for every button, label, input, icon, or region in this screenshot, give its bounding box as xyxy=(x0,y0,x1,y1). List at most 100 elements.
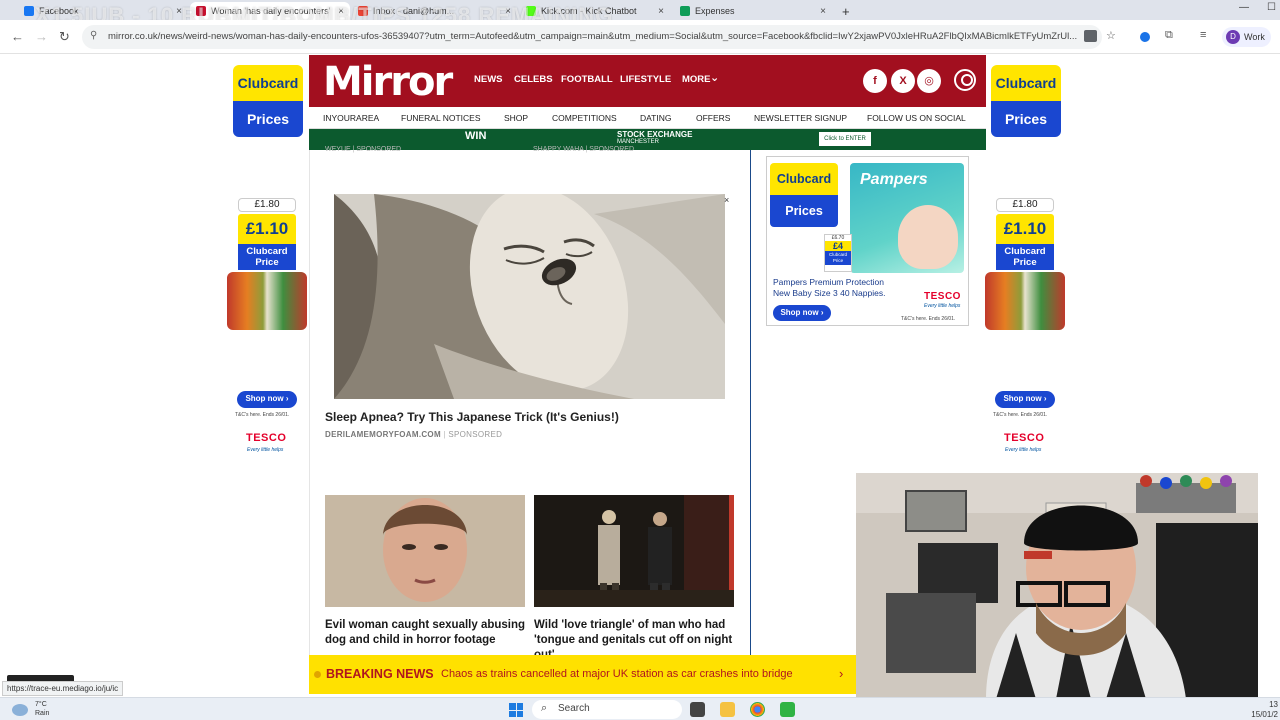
profile-label: Work xyxy=(1244,32,1265,42)
story-title[interactable]: Evil woman caught sexually abusing dog a… xyxy=(325,618,530,648)
tesco-logo: TESCO xyxy=(246,432,287,444)
weather-widget[interactable]: 7°C Rain xyxy=(12,700,50,718)
street-cctv-image xyxy=(534,495,734,607)
system-clock[interactable]: 13 15/01/2 xyxy=(1232,700,1278,720)
nav-news[interactable]: NEWS xyxy=(474,74,503,85)
tab-expenses[interactable]: Expenses × xyxy=(674,2,832,20)
address-bar[interactable]: ⚲ mirror.co.uk/news/weird-news/woman-has… xyxy=(82,25,1102,49)
bookmark-star-icon[interactable]: ☆ xyxy=(1106,29,1116,42)
chrome-icon[interactable] xyxy=(750,702,765,717)
prices-label: Prices xyxy=(770,195,838,227)
tesco-skyscraper-right[interactable]: Clubcard Prices £1.80 £1.10 Clubcard Pri… xyxy=(985,65,1065,460)
windows-taskbar: 7°C Rain ⌕ Search 13 15/01/2 xyxy=(0,697,1280,720)
mirror-logo[interactable]: Mirror xyxy=(323,59,453,105)
weather-temp: 7°C xyxy=(35,701,47,708)
forward-icon[interactable]: → xyxy=(35,29,48,44)
subnav-newsletter-signup[interactable]: NEWSLETTER SIGNUP xyxy=(754,113,847,123)
faded-sponsor-left: WEYUE | SPONSORED xyxy=(325,146,402,153)
nav-football[interactable]: FOOTBALL xyxy=(561,74,613,85)
facebook-icon xyxy=(24,6,34,16)
windows-start-icon[interactable] xyxy=(509,703,523,717)
sponsored-headline[interactable]: Sleep Apnea? Try This Japanese Trick (It… xyxy=(325,410,619,424)
nav-more[interactable]: MORE xyxy=(682,74,711,85)
shop-now-button[interactable]: Shop now › xyxy=(995,391,1055,408)
window-controls: — ☐ xyxy=(1239,2,1276,13)
chevron-right-icon[interactable]: › xyxy=(839,666,843,681)
app-icon[interactable] xyxy=(780,702,795,717)
tesco-logo: TESCO xyxy=(924,291,961,302)
mpu-price-tag: £6.70 £4 Clubcard Price xyxy=(824,234,852,272)
ad-win-text: WIN xyxy=(465,130,487,142)
taskbar-search[interactable]: ⌕ Search xyxy=(532,700,682,719)
sheets-icon xyxy=(680,6,690,16)
tesco-tagline: Every little helps xyxy=(247,447,284,453)
x-twitter-icon[interactable]: X xyxy=(891,69,915,93)
ad-cta-button[interactable]: Click to ENTER xyxy=(819,132,871,146)
url-text: mirror.co.uk/news/weird-news/woman-has-d… xyxy=(108,31,1078,42)
sponsor-domain[interactable]: DERILAMEMORYFOAM.COM xyxy=(325,430,441,439)
new-tab-button[interactable]: + xyxy=(836,2,856,20)
subnav-funeral-notices[interactable]: FUNERAL NOTICES xyxy=(401,113,481,123)
subnav-inyourarea[interactable]: INYOURAREA xyxy=(323,113,379,123)
tc-text[interactable]: T&C's here. Ends 26/01. xyxy=(901,316,955,322)
price-label-line2: Price xyxy=(255,257,279,268)
story-image[interactable] xyxy=(325,495,525,607)
breaking-label: BREAKING NEWS xyxy=(326,667,434,681)
shop-now-button[interactable]: Shop now › xyxy=(237,391,297,408)
reload-icon[interactable]: ↻ xyxy=(59,29,70,45)
tesco-mpu-ad[interactable]: Clubcard Prices Pampers £6.70 £4 Clubcar… xyxy=(766,156,969,326)
subnav-follow-us[interactable]: FOLLOW US ON SOCIAL xyxy=(867,113,966,123)
extension-icon[interactable] xyxy=(1140,32,1150,42)
chevron-down-icon[interactable]: ⌄ xyxy=(710,71,719,84)
mugshot-image xyxy=(325,495,525,607)
tc-text[interactable]: T&C's here. Ends 26/01. xyxy=(993,412,1047,418)
subnav-competitions[interactable]: COMPETITIONS xyxy=(552,113,617,123)
site-info-icon[interactable]: ⚲ xyxy=(90,30,97,41)
file-explorer-icon[interactable] xyxy=(720,702,735,717)
facebook-icon[interactable]: f xyxy=(863,69,887,93)
minimize-icon[interactable]: — xyxy=(1239,2,1249,13)
story-image[interactable] xyxy=(534,495,734,607)
tesco-skyscraper-left[interactable]: Clubcard Prices £1.80 £1.10 Clubcard Pri… xyxy=(227,65,307,460)
subnav-shop[interactable]: SHOP xyxy=(504,113,528,123)
reading-list-icon[interactable]: ≡ xyxy=(1200,29,1206,41)
description-line1: Pampers Premium Protection xyxy=(773,277,885,287)
browser-toolbar: ← → ↻ ⚲ mirror.co.uk/news/weird-news/wom… xyxy=(0,20,1280,54)
close-icon[interactable]: × xyxy=(820,6,826,17)
mirror-masthead: Mirror NEWS CELEBS FOOTBALL LIFESTYLE MO… xyxy=(309,55,986,107)
breaking-news-bar[interactable]: BREAKING NEWS Chaos as trains cancelled … xyxy=(309,655,856,694)
back-icon[interactable]: ← xyxy=(11,29,24,44)
close-icon[interactable]: × xyxy=(658,6,664,17)
clubcard-price-label: Clubcard Price xyxy=(238,244,296,270)
old-price: £1.80 xyxy=(996,198,1054,212)
sponsored-ad-image[interactable] xyxy=(334,194,725,399)
ad-close-icon[interactable]: × xyxy=(724,195,729,205)
subnav-offers[interactable]: OFFERS xyxy=(696,113,730,123)
clubcard-price: £1.10 xyxy=(238,214,296,244)
apples-product-image xyxy=(227,272,307,330)
pampers-brand: Pampers xyxy=(860,171,928,188)
account-icon[interactable] xyxy=(954,69,976,91)
shop-now-button[interactable]: Shop now › xyxy=(773,305,831,321)
profile-button[interactable]: D Work xyxy=(1222,27,1271,47)
nav-celebs[interactable]: CELEBS xyxy=(514,74,553,85)
task-view-icon[interactable] xyxy=(690,702,705,717)
breaking-headline[interactable]: Chaos as trains cancelled at major UK st… xyxy=(441,668,793,680)
tesco-logo: TESCO xyxy=(1004,432,1045,444)
pampers-product-image: Pampers xyxy=(850,163,964,273)
clock-date: 15/01/2 xyxy=(1251,710,1278,719)
instagram-icon[interactable]: ◎ xyxy=(917,69,941,93)
subnav-dating[interactable]: DATING xyxy=(640,113,671,123)
mirror-subnav: INYOURAREA FUNERAL NOTICES SHOP COMPETIT… xyxy=(309,107,986,129)
nav-lifestyle[interactable]: LIFESTYLE xyxy=(620,74,671,85)
tc-text[interactable]: T&C's here. Ends 26/01. xyxy=(235,412,289,418)
weather-condition: Rain xyxy=(35,710,50,717)
column-divider xyxy=(750,150,751,655)
clubcard-label: Clubcard xyxy=(991,65,1061,101)
leaderboard-ad[interactable]: WIN STOCK EXCHANGE MANCHESTER Click to E… xyxy=(309,129,986,150)
install-icon[interactable] xyxy=(1084,30,1097,42)
extensions-puzzle-icon[interactable]: ⧉ xyxy=(1165,29,1173,42)
maximize-icon[interactable]: ☐ xyxy=(1267,2,1276,13)
clock-time: 13 xyxy=(1269,700,1278,709)
column-border xyxy=(309,150,310,655)
